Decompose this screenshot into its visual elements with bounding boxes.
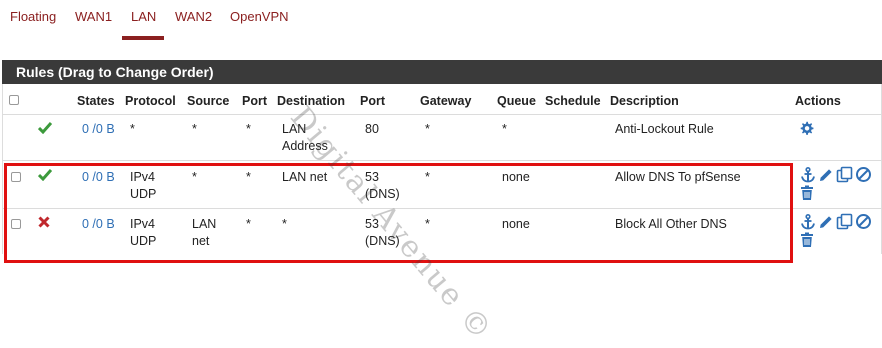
source-port-value: * [246, 170, 251, 184]
states-link[interactable]: 0 /0 B [82, 121, 115, 138]
block-x-icon [38, 216, 50, 228]
col-header-destination: Destination [277, 94, 346, 108]
active-tab-indicator [122, 36, 164, 40]
protocol-value: * [130, 122, 135, 136]
anchor-icon[interactable] [800, 167, 816, 183]
dest-port-value: 80 [365, 122, 379, 136]
gateway-value: * [425, 170, 430, 184]
col-header-schedule: Schedule [545, 94, 601, 108]
col-header-actions: Actions [795, 94, 841, 108]
source-port-value: * [246, 217, 251, 231]
col-header-port: Port [242, 94, 267, 108]
protocol-value-line2: UDP [130, 234, 157, 248]
gear-icon[interactable] [799, 121, 814, 136]
copy-icon[interactable] [836, 166, 853, 183]
tab-wan1[interactable]: WAN1 [75, 9, 112, 24]
protocol-value: IPv4 [130, 170, 156, 184]
dest-port-value: 53 [365, 217, 379, 231]
col-header-protocol: Protocol [125, 94, 176, 108]
dest-port-value-line2: (DNS) [365, 187, 400, 201]
source-port-value: * [246, 122, 251, 136]
destination-value-line2: Address [282, 139, 328, 153]
protocol-value: IPv4 [130, 217, 156, 231]
source-value: * [192, 122, 197, 136]
gateway-value: * [425, 217, 430, 231]
tab-wan2[interactable]: WAN2 [175, 9, 212, 24]
destination-value: * [282, 217, 287, 231]
pencil-icon[interactable] [818, 214, 834, 230]
row-checkbox[interactable] [11, 172, 21, 182]
col-header-dest-port: Port [360, 94, 385, 108]
source-value-line2: net [192, 234, 210, 248]
queue-value: none [502, 217, 530, 231]
row-divider [2, 208, 882, 209]
col-header-states: States [77, 94, 115, 108]
disable-icon[interactable] [855, 166, 872, 183]
tab-floating[interactable]: Floating [10, 9, 56, 24]
states-link[interactable]: 0 /0 B [82, 216, 115, 233]
dest-port-value: 53 [365, 170, 379, 184]
queue-value: * [502, 122, 507, 136]
col-header-description: Description [610, 94, 679, 108]
queue-value: none [502, 170, 530, 184]
anchor-icon[interactable] [800, 214, 816, 230]
disable-icon[interactable] [855, 213, 872, 230]
description-value: Block All Other DNS [615, 217, 727, 231]
col-header-queue: Queue [497, 94, 536, 108]
pencil-icon[interactable] [818, 167, 834, 183]
source-value: * [192, 170, 197, 184]
tab-lan[interactable]: LAN [131, 9, 156, 24]
trash-icon[interactable] [800, 232, 814, 248]
description-value: Allow DNS To pfSense [615, 170, 741, 184]
select-all-checkbox[interactable] [9, 95, 19, 105]
gateway-value: * [425, 122, 430, 136]
source-value: LAN [192, 217, 217, 231]
row-checkbox[interactable] [11, 219, 21, 229]
copy-icon[interactable] [836, 213, 853, 230]
description-value: Anti-Lockout Rule [615, 122, 714, 136]
col-header-gateway: Gateway [420, 94, 472, 108]
panel-title: Rules (Drag to Change Order) [2, 60, 882, 84]
row-divider [2, 160, 882, 161]
col-header-source: Source [187, 94, 230, 108]
protocol-value-line2: UDP [130, 187, 157, 201]
tab-openvpn[interactable]: OpenVPN [230, 9, 289, 24]
header-divider [2, 114, 882, 115]
states-link[interactable]: 0 /0 B [82, 169, 115, 186]
destination-value: LAN net [282, 170, 328, 184]
dest-port-value-line2: (DNS) [365, 234, 400, 248]
destination-value: LAN [282, 122, 307, 136]
check-icon [38, 169, 52, 181]
interface-tabs: Floating WAN1 LAN WAN2 OpenVPN [0, 0, 882, 40]
check-icon [38, 122, 52, 134]
trash-icon[interactable] [800, 185, 814, 201]
